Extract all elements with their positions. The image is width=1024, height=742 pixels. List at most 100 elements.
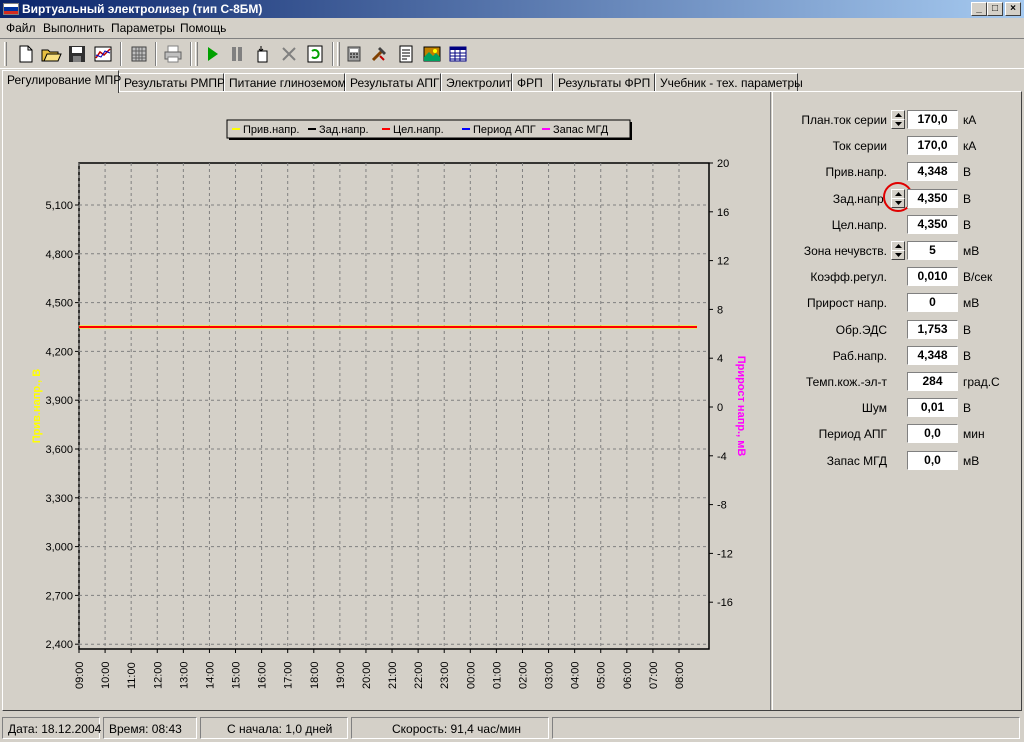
chart-icon[interactable]: [92, 43, 114, 65]
param-value-field[interactable]: 0,0: [907, 424, 958, 444]
refresh-icon[interactable]: [304, 43, 326, 65]
calculator-icon[interactable]: [343, 43, 365, 65]
menu-help[interactable]: Помощь: [180, 21, 226, 35]
param-row: Прирост напр. 0 мВ: [773, 292, 1021, 314]
x-tick-label: 13:00: [178, 661, 190, 689]
menu-file[interactable]: Файл: [6, 21, 36, 35]
param-value-field[interactable]: 4,350: [907, 188, 958, 208]
y-right-axis-label: Прирост напр., мВ: [735, 356, 747, 457]
param-label: Прирост напр.: [807, 296, 887, 311]
y-left-tick-label: 5,100: [45, 200, 73, 212]
tab-regulation-mpr[interactable]: Регулирование МПР: [2, 70, 121, 93]
landscape-icon[interactable]: [421, 43, 443, 65]
tab-results-apg[interactable]: Результаты АПГ: [345, 73, 441, 92]
save-icon[interactable]: [66, 43, 88, 65]
voltage-chart: 5,100 4,800 4,500 4,200 3,900 3,600 3,300 3,000…: [31, 119, 747, 689]
param-unit: В: [963, 322, 972, 337]
tab-electrolyte[interactable]: Электролит: [441, 73, 512, 92]
tab-results-rmpr[interactable]: Результаты РМПР: [119, 73, 225, 92]
param-value-field[interactable]: 0: [907, 293, 958, 313]
x-tick-label: 06:00: [622, 661, 634, 689]
open-folder-icon[interactable]: [40, 43, 62, 65]
param-label: Темп.кож.-эл-т: [805, 375, 887, 389]
arrow-up-icon: [895, 244, 902, 248]
tab-alumina-feed[interactable]: Питание глиноземом: [224, 73, 346, 92]
y-right-tick-label: -16: [717, 597, 733, 609]
toolbar-grip[interactable]: [337, 42, 340, 66]
table-icon[interactable]: [447, 43, 469, 65]
x-tick-label: 17:00: [283, 661, 295, 689]
plot-area: [78, 162, 710, 650]
play-icon[interactable]: [201, 43, 223, 65]
param-spinner[interactable]: [891, 241, 905, 260]
print-icon[interactable]: [162, 43, 184, 65]
stop-icon[interactable]: [278, 43, 300, 65]
x-tick-label: 20:00: [361, 661, 373, 689]
x-tick-label: 19:00: [335, 661, 347, 689]
menu-bar: Файл Выполнить Параметры Помощь: [0, 18, 1024, 37]
toolbar-grip[interactable]: [195, 42, 198, 66]
param-label: План.ток серии: [801, 113, 887, 127]
minimize-button[interactable]: _: [971, 2, 987, 16]
new-file-icon[interactable]: [14, 43, 36, 65]
status-date: Дата: 18.12.2004: [2, 717, 101, 739]
param-value-field[interactable]: 0,01: [907, 398, 958, 418]
tab-frp[interactable]: ФРП: [512, 73, 553, 92]
spinner-down-button[interactable]: [891, 250, 905, 260]
y-left-tick-label: 4,500: [45, 298, 73, 310]
window-title: Виртуальный электролизер (тип С-8БМ): [22, 2, 263, 16]
tools-icon[interactable]: [369, 43, 391, 65]
y-left-tick-label: 3,300: [45, 493, 73, 505]
param-value-field[interactable]: 170,0: [907, 136, 958, 156]
param-value-field[interactable]: 0,0: [907, 450, 958, 470]
close-button[interactable]: ×: [1005, 2, 1021, 16]
x-tick-label: 12:00: [152, 661, 164, 689]
param-unit: В: [963, 165, 972, 180]
y-right-tick-label: -12: [717, 548, 733, 560]
param-label: Прив.напр.: [825, 165, 887, 180]
x-tick-label: 03:00: [544, 661, 556, 689]
x-tick-label: 01:00: [491, 661, 503, 689]
maximize-button[interactable]: □: [987, 2, 1003, 16]
param-value-field[interactable]: 4,348: [907, 345, 958, 365]
param-row: Темп.кож.-эл-т 284 град.С: [773, 371, 1021, 393]
grid-icon[interactable]: [128, 43, 150, 65]
y-left-tick-label: 2,700: [45, 590, 73, 602]
y-left-tick-label: 3,000: [45, 542, 73, 554]
document-icon[interactable]: [395, 43, 417, 65]
legend-label: Запас МГД: [553, 124, 609, 136]
x-tick-label: 07:00: [648, 661, 660, 689]
param-unit: В: [963, 191, 972, 206]
x-tick-label: 14:00: [204, 661, 216, 689]
tab-results-frp[interactable]: Результаты ФРП: [553, 73, 655, 92]
param-unit: мин: [963, 427, 985, 442]
title-bar: Виртуальный электролизер (тип С-8БМ) _ □…: [0, 0, 1024, 18]
param-unit: мВ: [963, 244, 980, 258]
spinner-down-button[interactable]: [891, 119, 905, 129]
menu-run[interactable]: Выполнить: [43, 21, 105, 35]
status-speed: Скорость: 91,4 час/мин: [351, 717, 549, 739]
x-tick-label: 02:00: [517, 661, 529, 689]
param-spinner[interactable]: [891, 110, 905, 129]
param-value-field[interactable]: 5: [907, 241, 958, 260]
param-unit: кА: [963, 139, 977, 154]
param-value-field[interactable]: 284: [907, 372, 958, 391]
x-tick-label: 23:00: [439, 661, 451, 689]
param-value-field[interactable]: 4,348: [907, 162, 958, 182]
param-value-field[interactable]: 0,010: [907, 267, 958, 287]
param-label: Шум: [861, 401, 887, 416]
menu-parameters[interactable]: Параметры: [111, 21, 175, 35]
param-value-field[interactable]: 1,753: [907, 319, 958, 339]
step-icon[interactable]: [252, 43, 274, 65]
param-label: Обр.ЭДС: [835, 322, 887, 337]
tab-strip: Регулирование МПР Результаты РМПР Питани…: [0, 70, 1024, 93]
param-value-field[interactable]: 170,0: [907, 110, 958, 129]
toolbar-grip[interactable]: [4, 42, 7, 66]
tab-textbook[interactable]: Учебник - тех. параметры: [655, 73, 803, 92]
param-row: Обр.ЭДС 1,753 В: [773, 319, 1021, 341]
y-right-tick-label: -8: [717, 500, 727, 512]
x-tick-label: 15:00: [231, 661, 243, 689]
y-right-tick-label: 8: [717, 304, 723, 316]
param-value-field[interactable]: 4,350: [907, 214, 958, 234]
pause-icon[interactable]: [226, 43, 248, 65]
